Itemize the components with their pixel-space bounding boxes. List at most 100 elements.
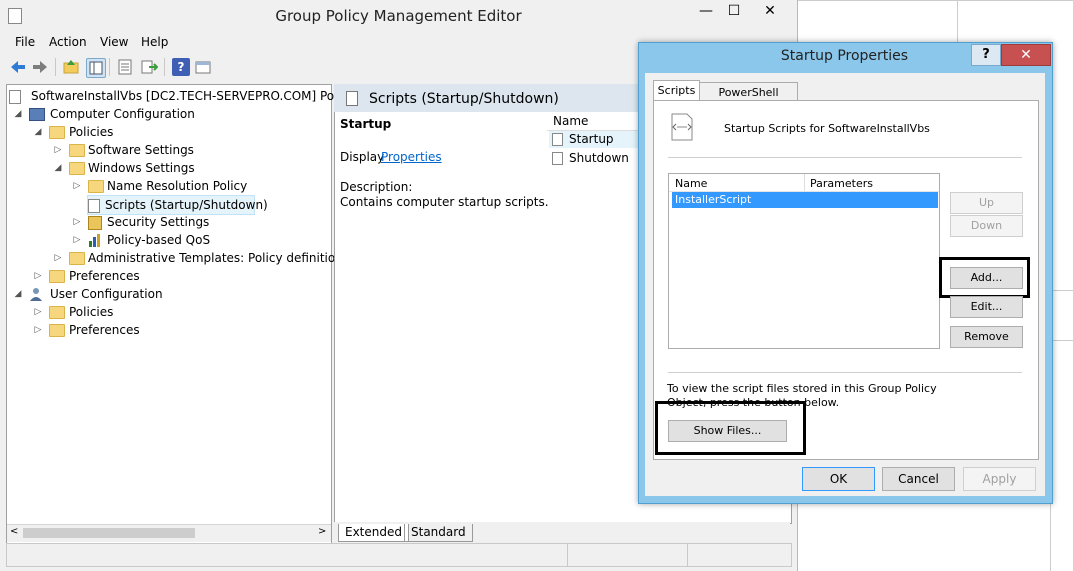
scripts-list[interactable]: Name Parameters InstallerScript: [668, 173, 940, 349]
tree-label-computer-configuration: Computer Configuration: [50, 107, 195, 121]
column-header-parameters[interactable]: Parameters: [810, 177, 873, 190]
highlight-box-add: [939, 257, 1030, 298]
expand-arrow-icon[interactable]: ▷: [53, 141, 63, 159]
close-button[interactable]: ✕: [748, 0, 792, 22]
remove-button[interactable]: Remove: [950, 326, 1023, 348]
tab-scripts[interactable]: Scripts: [653, 80, 700, 102]
show-hide-tree-icon[interactable]: [86, 58, 106, 78]
expand-arrow-icon[interactable]: ▷: [72, 177, 82, 195]
folder-icon: [69, 144, 85, 157]
collapse-arrow-icon[interactable]: ◢: [33, 123, 43, 141]
tree-label-root: SoftwareInstallVbs [DC2.TECH-SERVEPRO.CO…: [31, 89, 355, 103]
tree-item-scripts[interactable]: Scripts (Startup/Shutdown): [87, 195, 268, 215]
policy-doc-icon: [9, 90, 21, 104]
highlight-box-show-files: [655, 401, 806, 455]
tree-label-software-settings: Software Settings: [88, 143, 194, 157]
list-item-startup[interactable]: Startup: [549, 131, 645, 148]
tree-label-policy-qos: Policy-based QoS: [107, 233, 211, 247]
up-button[interactable]: Up: [950, 192, 1023, 214]
computer-icon: [29, 108, 45, 121]
menu-help[interactable]: Help: [141, 35, 168, 49]
tree-pane: SoftwareInstallVbs [DC2.TECH-SERVEPRO.CO…: [6, 84, 361, 544]
dialog-help-button[interactable]: ?: [971, 44, 1001, 66]
folder-icon: [69, 162, 85, 175]
help-icon[interactable]: ?: [172, 58, 190, 76]
scroll-right-icon[interactable]: >: [318, 526, 326, 537]
export-list-icon[interactable]: [116, 58, 134, 76]
tab-extended[interactable]: Extended: [338, 524, 409, 542]
tree-label-policies: Policies: [69, 125, 114, 139]
script-row-installerscript[interactable]: InstallerScript: [672, 192, 938, 208]
menu-view[interactable]: View: [100, 35, 128, 49]
maximize-button[interactable]: ☐: [722, 0, 746, 22]
dialog-close-button[interactable]: ✕: [1001, 44, 1051, 66]
folder-icon: [49, 306, 65, 319]
tree-label-preferences: Preferences: [69, 269, 140, 283]
dialog-heading: Startup Scripts for SoftwareInstallVbs: [724, 122, 930, 135]
properties-link[interactable]: Properties: [381, 150, 442, 164]
description-label: Description:: [340, 180, 413, 194]
expand-arrow-icon[interactable]: ▷: [33, 321, 43, 339]
tree-label-windows-settings: Windows Settings: [88, 161, 195, 175]
collapse-arrow-icon[interactable]: ◢: [13, 285, 23, 303]
minimize-button[interactable]: —: [691, 0, 721, 22]
collapse-arrow-icon[interactable]: ◢: [13, 105, 23, 123]
script-icon: [88, 199, 100, 213]
view-tabs: Extended Standard: [334, 522, 790, 542]
tree-label-scripts: Scripts (Startup/Shutdown): [105, 198, 268, 212]
folder-icon: [49, 270, 65, 283]
tree-label-user-preferences: Preferences: [69, 323, 140, 337]
bar-chart-icon: [88, 233, 102, 247]
script-row-name: InstallerScript: [675, 193, 752, 206]
scroll-thumb[interactable]: [23, 528, 195, 538]
ok-button[interactable]: OK: [802, 467, 875, 491]
expand-arrow-icon[interactable]: ▷: [72, 213, 82, 231]
expand-arrow-icon[interactable]: ▷: [72, 231, 82, 249]
info-divider: [668, 372, 1022, 373]
user-icon: [29, 287, 43, 301]
folder-icon: [49, 324, 65, 337]
heading-divider: [668, 157, 1022, 158]
list-item-label: Shutdown: [569, 151, 629, 165]
down-button[interactable]: Down: [950, 215, 1023, 237]
scroll-left-icon[interactable]: <: [10, 526, 18, 537]
tree-label-security-settings: Security Settings: [107, 215, 210, 229]
tree-horizontal-scrollbar[interactable]: < >: [7, 524, 331, 542]
tree-label-admin-templates: Administrative Templates: Policy definit…: [88, 251, 362, 265]
list-header-name[interactable]: Name: [547, 112, 648, 131]
tree-label-name-resolution-policy: Name Resolution Policy: [107, 179, 248, 193]
export-icon[interactable]: [140, 58, 159, 76]
menu-file[interactable]: File: [15, 35, 35, 49]
up-folder-icon[interactable]: [62, 58, 80, 76]
column-header-name[interactable]: Name: [675, 177, 707, 190]
tree-label-user-configuration: User Configuration: [50, 287, 163, 301]
description-text: Contains computer startup scripts.: [340, 195, 549, 209]
collapse-arrow-icon[interactable]: ◢: [53, 159, 63, 177]
expand-arrow-icon[interactable]: ▷: [53, 249, 63, 267]
title-bar: Group Policy Management Editor — ☐ ✕: [0, 0, 797, 32]
apply-button[interactable]: Apply: [963, 467, 1036, 491]
cancel-button[interactable]: Cancel: [882, 467, 955, 491]
forward-icon[interactable]: [31, 58, 49, 76]
folder-icon: [69, 252, 85, 265]
section-title: Startup: [340, 117, 392, 131]
properties-icon[interactable]: [194, 58, 212, 76]
folder-icon: [88, 180, 104, 193]
details-header-title: Scripts (Startup/Shutdown): [369, 91, 559, 107]
back-icon[interactable]: [9, 58, 27, 76]
menu-action[interactable]: Action: [49, 35, 87, 49]
list-item-label: Startup: [569, 132, 614, 146]
folder-icon: [49, 126, 65, 139]
script-document-icon: [669, 112, 695, 142]
expand-arrow-icon[interactable]: ▷: [33, 303, 43, 321]
window-title: Group Policy Management Editor: [275, 7, 522, 25]
tab-standard[interactable]: Standard: [404, 524, 473, 542]
list-item-shutdown[interactable]: Shutdown: [549, 150, 645, 167]
status-bar: [6, 543, 792, 567]
expand-arrow-icon[interactable]: ▷: [33, 267, 43, 285]
display-label: Display: [340, 150, 385, 164]
tree-label-user-policies: Policies: [69, 305, 114, 319]
edit-button[interactable]: Edit...: [950, 296, 1023, 318]
script-icon: [552, 133, 563, 146]
script-icon: [346, 91, 358, 106]
